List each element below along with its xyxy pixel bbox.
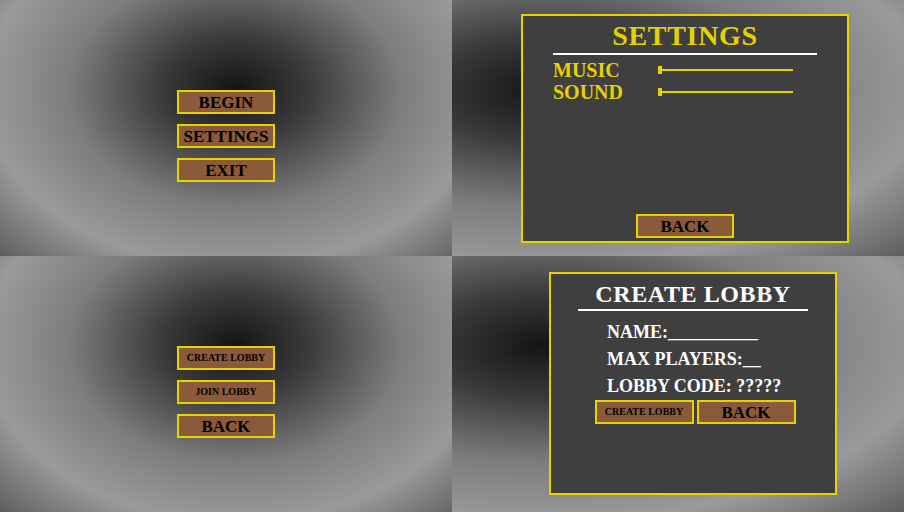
slider-list: MUSICSOUND [553,59,817,103]
slider-fill[interactable] [658,66,662,74]
button-label: EXIT [205,162,247,179]
settings-title: SETTINGS [612,20,758,52]
menu-button[interactable]: CREATE LOBBY [177,346,275,370]
button-label: SETTINGS [183,128,268,145]
slider-track[interactable] [658,91,793,93]
slider-row: MUSIC [553,59,817,81]
menu-button[interactable]: BACK [697,400,796,424]
button-row: CREATE LOBBY BACK [595,400,796,424]
menu-button[interactable]: CREATE LOBBY [595,400,694,424]
button-label: BACK [721,404,770,421]
title-underline [553,53,817,55]
back-button[interactable]: BACK [636,214,734,238]
slider-label: SOUND [553,82,658,102]
button-label: BEGIN [199,94,254,111]
menu-button[interactable]: SETTINGS [177,124,275,148]
main-menu-screen: BEGIN SETTINGS EXIT [0,0,452,256]
field-list: NAME:__________ MAX PLAYERS:__ LOBBY CODE:… [551,321,835,398]
slider-track[interactable] [658,69,793,71]
button-label: BACK [201,418,250,435]
settings-panel: SETTINGS MUSICSOUND BACK [521,14,849,243]
lobby-field[interactable]: MAX PLAYERS:__ [607,348,835,371]
lobby-menu-screen: CREATE LOBBY JOIN LOBBY BACK [0,256,452,512]
title-underline [578,309,808,311]
settings-screen: SETTINGS MUSICSOUND BACK [452,0,904,256]
button-label: CREATE LOBBY [187,353,265,363]
lobby-field[interactable]: NAME:__________ [607,321,835,344]
create-lobby-panel: CREATE LOBBY NAME:__________ MAX PLAYERS:_… [549,272,837,495]
button-label: BACK [660,218,709,235]
create-lobby-screen: CREATE LOBBY NAME:__________ MAX PLAYERS:_… [452,256,904,512]
menu-button[interactable]: BACK [177,414,275,438]
slider-row: SOUND [553,81,817,103]
slider-fill[interactable] [658,88,662,96]
lobby-field[interactable]: LOBBY CODE: ????? [607,375,835,398]
button-label: CREATE LOBBY [605,407,683,417]
slider-label: MUSIC [553,60,658,80]
menu-button[interactable]: JOIN LOBBY [177,380,275,404]
menu-button[interactable]: EXIT [177,158,275,182]
create-lobby-title: CREATE LOBBY [595,280,790,308]
menu-button[interactable]: BEGIN [177,90,275,114]
button-label: JOIN LOBBY [195,387,256,397]
